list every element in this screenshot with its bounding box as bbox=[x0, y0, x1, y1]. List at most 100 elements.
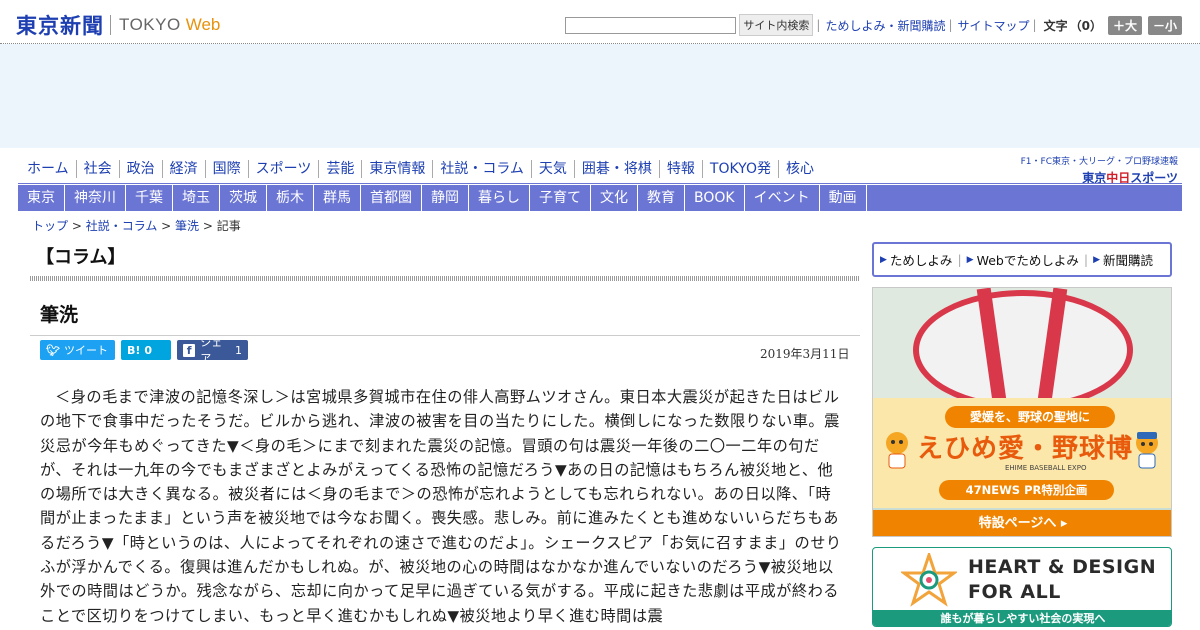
article-date: 2019年3月11日 bbox=[760, 347, 850, 361]
nav-item-special[interactable]: 特報 bbox=[658, 160, 702, 178]
ad-headline: えひめ愛・野球博 bbox=[917, 434, 1134, 464]
separator: | bbox=[1032, 18, 1037, 32]
ad2-footer: 誰もが暮らしやすい社会の実現へ bbox=[873, 610, 1171, 626]
star-logo-icon bbox=[901, 553, 957, 607]
chunichi-sports-banner[interactable]: F1・FC東京・大リーグ・プロ野球速報 東京中日スポーツ bbox=[1021, 154, 1178, 186]
separator: | bbox=[1083, 252, 1089, 267]
ehime-baseball-ad[interactable]: 愛媛を、野球の聖地に えひめ愛・野球博 EHIME BASEBALL EXPO … bbox=[872, 287, 1172, 537]
nav-book[interactable]: BOOK bbox=[685, 185, 745, 211]
region-nav: 東京 神奈川 千葉 埼玉 茨城 栃木 群馬 首都圏 静岡 暮らし 子育て 文化 … bbox=[18, 185, 1182, 211]
facebook-share-label: シェア bbox=[200, 336, 223, 365]
nav-culture[interactable]: 文化 bbox=[591, 185, 638, 211]
breadcrumb-current: 記事 bbox=[216, 219, 241, 233]
web-trial-link[interactable]: ▶ Webでためしよみ bbox=[967, 250, 1079, 269]
web-trial-link-label: Webでためしよみ bbox=[976, 253, 1079, 268]
ad2-line1: HEART & DESIGN bbox=[968, 556, 1157, 578]
search-input[interactable] bbox=[565, 16, 737, 34]
breadcrumb-separator: > bbox=[68, 219, 86, 233]
triangle-right-icon: ▶ bbox=[966, 254, 974, 265]
breadcrumb-hissen[interactable]: 筆洗 bbox=[175, 219, 199, 233]
facebook-share-button[interactable]: f シェア 1 bbox=[177, 336, 248, 365]
header-utility: サイト内検索 | ためしよみ・新聞購読 | サイトマップ | 文字 （0） ＋大… bbox=[565, 14, 1182, 36]
trial-subscribe-link[interactable]: ためしよみ・新聞購読 bbox=[825, 17, 945, 34]
subscription-links: ▶ ためしよみ | ▶ Webでためしよみ | ▶ 新聞購読 bbox=[872, 242, 1172, 277]
tweet-label: ツイート bbox=[63, 344, 108, 357]
sitemap-link[interactable]: サイトマップ bbox=[958, 17, 1030, 34]
region-saitama[interactable]: 埼玉 bbox=[173, 185, 220, 211]
search-button[interactable]: サイト内検索 bbox=[739, 14, 814, 36]
breadcrumb-top[interactable]: トップ bbox=[32, 219, 68, 233]
site-logo[interactable]: 東京新聞 TOKYO Web bbox=[16, 10, 220, 40]
trial-link-label: ためしよみ bbox=[889, 253, 953, 268]
logo-english: TOKYO bbox=[119, 15, 181, 34]
tweet-button[interactable]: 🐦︎ ツイート bbox=[40, 340, 115, 360]
region-ibaraki[interactable]: 茨城 bbox=[220, 185, 267, 211]
twitter-icon: 🐦︎ bbox=[46, 343, 60, 357]
subscribe-link[interactable]: ▶ 新聞購読 bbox=[1093, 250, 1153, 269]
breadcrumb-separator: > bbox=[157, 219, 176, 233]
breadcrumb-separator: > bbox=[199, 219, 217, 233]
nav-item-weather[interactable]: 天気 bbox=[530, 160, 574, 178]
logo-web: Web bbox=[185, 15, 221, 34]
region-chiba[interactable]: 千葉 bbox=[126, 185, 173, 211]
nav-item-economy[interactable]: 経済 bbox=[161, 160, 205, 178]
nav-item-world[interactable]: 国際 bbox=[204, 160, 248, 178]
facebook-icon: f bbox=[183, 343, 196, 357]
region-tokyo[interactable]: 東京 bbox=[18, 185, 65, 211]
breadcrumb-editorials[interactable]: 社説・コラム bbox=[86, 219, 158, 233]
nav-item-entertainment[interactable]: 芸能 bbox=[318, 160, 361, 178]
separator: | bbox=[816, 18, 821, 32]
trial-link[interactable]: ▶ ためしよみ bbox=[880, 250, 952, 269]
chunichi-subtitle: F1・FC東京・大リーグ・プロ野球速報 bbox=[1020, 157, 1178, 167]
nav-education[interactable]: 教育 bbox=[638, 185, 685, 211]
nav-parenting[interactable]: 子育て bbox=[530, 185, 591, 211]
ad-tagline: 愛媛を、野球の聖地に bbox=[945, 406, 1115, 428]
section-rule bbox=[30, 276, 860, 281]
ad-body: 愛媛を、野球の聖地に えひめ愛・野球博 EHIME BASEBALL EXPO … bbox=[873, 398, 1171, 508]
nav-item-society[interactable]: 社会 bbox=[75, 160, 119, 178]
region-gunma[interactable]: 群馬 bbox=[314, 185, 361, 211]
nav-item-home[interactable]: ホーム bbox=[20, 160, 76, 178]
separator: | bbox=[957, 252, 962, 267]
nav-item-politics[interactable]: 政治 bbox=[118, 160, 162, 178]
article-rule bbox=[30, 335, 860, 336]
nav-item-tokyo-info[interactable]: 東京情報 bbox=[361, 160, 432, 178]
ad-pr-label: 47NEWS PR特別企画 bbox=[939, 480, 1114, 500]
text-size-label: 文字 bbox=[1043, 18, 1068, 33]
text-size-count: （0） bbox=[1069, 18, 1102, 33]
nav-item-tokyo-hatsu[interactable]: TOKYO発 bbox=[701, 160, 778, 178]
ad-cta-button[interactable]: 特設ページへ ▸ bbox=[873, 510, 1171, 536]
region-tochigi[interactable]: 栃木 bbox=[267, 185, 314, 211]
nav-item-editorials[interactable]: 社説・コラム bbox=[432, 160, 531, 178]
mascot-left-icon bbox=[886, 432, 908, 469]
ad2-line2: FOR ALL bbox=[968, 581, 1061, 603]
mascot-right-icon bbox=[1136, 432, 1158, 469]
facebook-share-count: 1 bbox=[235, 343, 242, 357]
region-metropolitan[interactable]: 首都圏 bbox=[361, 185, 422, 211]
text-shrink-button[interactable]: －小 bbox=[1147, 15, 1182, 35]
nav-item-sports[interactable]: スポーツ bbox=[247, 160, 319, 178]
triangle-right-icon: ▶ bbox=[1093, 254, 1100, 265]
ad-subline: EHIME BASEBALL EXPO bbox=[1005, 464, 1087, 472]
text-enlarge-button[interactable]: ＋大 bbox=[1107, 15, 1142, 35]
hatena-count: 0 bbox=[144, 343, 153, 357]
nav-item-core[interactable]: 核心 bbox=[777, 160, 821, 178]
separator: | bbox=[948, 18, 953, 32]
logo-divider bbox=[110, 15, 111, 35]
logo-japanese: 東京新聞 bbox=[16, 13, 104, 38]
region-shizuoka[interactable]: 静岡 bbox=[422, 185, 469, 211]
heart-design-ad[interactable]: HEART & DESIGN FOR ALL 誰もが暮らしやすい社会の実現へ bbox=[872, 547, 1172, 627]
nav-item-go-shogi[interactable]: 囲碁・将棋 bbox=[573, 160, 659, 178]
hatena-bookmark-button[interactable]: B! 0 bbox=[121, 340, 171, 360]
hatena-icon: B! bbox=[127, 343, 141, 357]
section-title: 【コラム】 bbox=[36, 247, 126, 268]
region-kanagawa[interactable]: 神奈川 bbox=[65, 185, 126, 211]
breadcrumb: トップ > 社説・コラム > 筆洗 > 記事 bbox=[32, 217, 241, 234]
article-body: ＜身の毛まで津波の記憶冬深し＞は宮城県多賀城市在住の俳人高野ムツオさん。東日本大… bbox=[40, 388, 842, 625]
nav-divider bbox=[18, 183, 1182, 184]
main-nav: ホーム 社会 政治 経済 国際 スポーツ 芸能 東京情報 社説・コラム 天気 囲… bbox=[20, 160, 821, 178]
nav-events[interactable]: イベント bbox=[745, 185, 820, 211]
article-title: 筆洗 bbox=[40, 304, 79, 326]
nav-living[interactable]: 暮らし bbox=[469, 185, 530, 211]
nav-video[interactable]: 動画 bbox=[820, 185, 867, 211]
